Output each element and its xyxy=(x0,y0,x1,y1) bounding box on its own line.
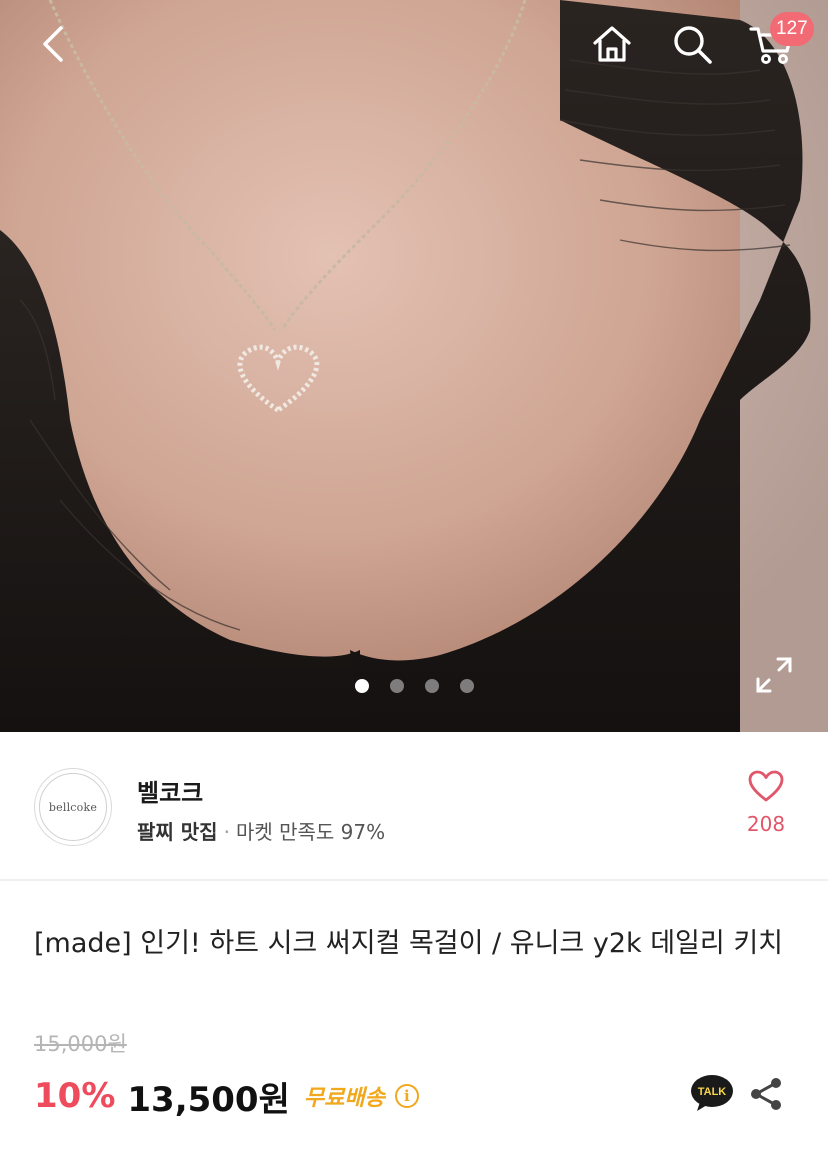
seller-logo: bellcoke xyxy=(39,773,107,841)
expand-icon xyxy=(756,657,792,693)
seller-name[interactable]: 벨코크 xyxy=(137,773,203,808)
discount-rate: 10% xyxy=(34,1076,116,1116)
top-navigation-bar: 127 xyxy=(0,0,828,100)
cart-count-badge: 127 xyxy=(770,12,814,46)
carousel-dot-3[interactable] xyxy=(425,679,439,693)
share-button[interactable] xyxy=(748,1076,784,1112)
carousel-dot-2[interactable] xyxy=(390,679,404,693)
home-button[interactable] xyxy=(586,18,638,70)
search-icon xyxy=(674,26,712,64)
talk-label: TALK xyxy=(698,1086,727,1098)
original-price: 15,000원 xyxy=(34,1032,127,1056)
carousel-dot-4[interactable] xyxy=(460,679,474,693)
like-count: 208 xyxy=(746,812,786,836)
market-satisfaction: 마켓 만족도 97% xyxy=(235,820,386,844)
seller-badge: 팔찌 맛집 xyxy=(137,820,218,844)
seller-section[interactable]: bellcoke 벨코크 팔찌 맛집 · 마켓 만족도 97% 208 xyxy=(0,732,828,879)
expand-image-button[interactable] xyxy=(754,655,794,695)
search-button[interactable] xyxy=(666,18,718,70)
back-button[interactable] xyxy=(28,18,80,70)
home-icon xyxy=(593,26,631,62)
info-icon[interactable]: i xyxy=(394,1084,419,1108)
kakaotalk-icon: TALK xyxy=(691,1075,733,1111)
heart-icon xyxy=(748,770,784,802)
sale-price: 13,500원 xyxy=(127,1079,290,1120)
carousel-indicator xyxy=(355,679,474,693)
price-row: 10% 13,500원 무료배송 i xyxy=(34,1072,419,1120)
carousel-dot-1[interactable] xyxy=(355,679,369,693)
product-image-carousel[interactable]: 127 xyxy=(0,0,828,732)
seller-avatar[interactable]: bellcoke xyxy=(34,768,112,846)
back-chevron-icon xyxy=(43,26,63,62)
product-title: [made] 인기! 하트 시크 써지컬 목걸이 / 유니크 y2k 데일리 키… xyxy=(34,928,784,959)
free-shipping-label: 무료배송 xyxy=(303,1086,385,1111)
share-icon xyxy=(751,1078,781,1110)
kakaotalk-button[interactable]: TALK xyxy=(690,1074,734,1112)
section-divider xyxy=(0,879,828,881)
product-photo xyxy=(0,0,828,732)
like-button[interactable]: 208 xyxy=(740,770,792,836)
seller-meta-separator: · xyxy=(223,820,230,844)
seller-meta: 팔찌 맛집 · 마켓 만족도 97% xyxy=(137,816,385,845)
